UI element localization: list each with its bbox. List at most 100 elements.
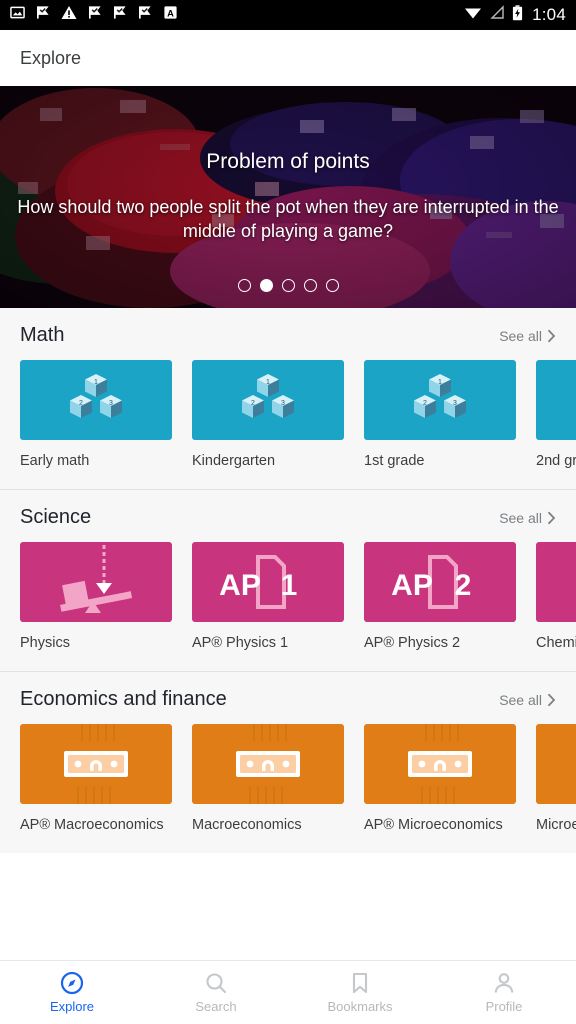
chevron-right-icon	[547, 511, 556, 525]
course-thumbnail	[364, 724, 516, 805]
svg-text:2: 2	[79, 400, 83, 407]
svg-text:1: 1	[281, 569, 298, 602]
tab-label-bookmarks: Bookmarks	[327, 999, 393, 1014]
flag-check-icon	[88, 5, 102, 25]
course-card[interactable]: 1 2 3 2nd grade	[536, 360, 576, 471]
svg-text:1: 1	[438, 379, 442, 386]
course-label: Physics	[20, 635, 70, 652]
course-card[interactable]: 1 2 3 Early math	[20, 360, 172, 471]
hero-banner[interactable]: Problem of points How should two people …	[0, 86, 576, 308]
content-scroll-area[interactable]: Math See all 1 2 3 Early math 1 2 3 Kind…	[0, 308, 576, 854]
search-icon	[206, 973, 227, 994]
section-economics-and-finance: Economics and finance See all AP® Macroe…	[0, 671, 576, 854]
tab-label-explore: Explore	[49, 999, 95, 1014]
tab-label-profile: Profile	[485, 999, 523, 1014]
carousel-dot[interactable]	[281, 279, 295, 292]
bottom-navigation[interactable]: Explore Search Bookmarks Profile	[0, 960, 576, 1024]
course-thumbnail	[192, 724, 344, 805]
flag-check-icon	[36, 5, 50, 25]
ap-2-icon: AP 2	[391, 555, 472, 610]
course-label: AP® Macroeconomics	[20, 817, 164, 834]
course-card[interactable]: 1 2 3 Kindergarten	[192, 360, 344, 471]
chevron-right-icon	[547, 693, 556, 707]
tab-bookmarks[interactable]: Bookmarks	[288, 961, 432, 1024]
see-all-label: See all	[499, 692, 542, 709]
carousel-dots[interactable]	[0, 279, 576, 292]
course-thumbnail: AP 1	[192, 542, 344, 623]
course-card[interactable]: Microeconomics	[536, 724, 576, 835]
carousel-dot[interactable]	[237, 279, 251, 292]
course-label: Kindergarten	[192, 453, 276, 469]
cell-signal-icon	[489, 5, 505, 25]
image-icon	[10, 5, 25, 25]
course-thumbnail: 1 2 3	[364, 360, 516, 440]
course-card[interactable]: AP® Macroeconomics	[20, 724, 172, 835]
course-thumbnail	[20, 724, 172, 805]
svg-text:3: 3	[453, 400, 457, 407]
course-card[interactable]: AP 1 AP® Physics 1	[192, 542, 344, 653]
course-thumbnail	[536, 542, 576, 623]
see-all-link-science[interactable]: See all	[499, 510, 556, 526]
section-title: Economics and finance	[20, 688, 227, 711]
see-all-link-economics[interactable]: See all	[499, 692, 556, 708]
section-math: Math See all 1 2 3 Early math 1 2 3 Kind…	[0, 308, 576, 490]
see-all-label: See all	[499, 328, 542, 344]
warning-icon	[61, 5, 77, 25]
tab-search[interactable]: Search	[144, 961, 288, 1024]
course-card[interactable]: AP® Microeconomics	[364, 724, 516, 835]
svg-text:A: A	[167, 8, 174, 18]
flag-check-icon	[138, 5, 152, 25]
tab-explore[interactable]: Explore	[0, 961, 144, 1024]
page-title: Explore	[20, 47, 82, 68]
letter-a-icon: A	[163, 5, 178, 25]
number-blocks-icon: 1 2 3	[70, 374, 122, 418]
course-card[interactable]: 1 2 3 1st grade	[364, 360, 516, 471]
shopping-cart-icon	[536, 724, 576, 804]
section-title: Science	[20, 506, 92, 529]
svg-text:3: 3	[281, 400, 285, 407]
number-blocks-icon: 1 2 3	[242, 374, 294, 418]
course-thumbnail: 1 2 3	[20, 360, 172, 440]
svg-text:AP: AP	[391, 569, 433, 602]
carousel-dot[interactable]	[303, 279, 317, 292]
course-label: 2nd grade	[536, 453, 576, 469]
carousel-dot[interactable]	[325, 279, 339, 292]
course-thumbnail: AP 2	[364, 542, 516, 623]
svg-text:2: 2	[455, 569, 472, 602]
app-bar: Explore	[0, 30, 576, 86]
ap-1-icon: AP 1	[219, 555, 298, 610]
status-bar-notifications: A	[10, 5, 464, 25]
course-card[interactable]: Physics	[20, 542, 172, 653]
course-thumbnail	[536, 724, 576, 805]
section-title: Math	[20, 324, 65, 346]
course-label: 1st grade	[364, 453, 425, 469]
see-all-link-math[interactable]: See all	[499, 328, 556, 344]
person-icon	[494, 973, 514, 993]
bookmark-icon	[352, 972, 368, 994]
status-bar: A 1:04	[0, 0, 576, 30]
carousel-dot-active[interactable]	[259, 279, 273, 292]
course-label: AP® Physics 2	[364, 635, 461, 652]
clock: 1:04	[532, 5, 566, 24]
course-thumbnail: 1 2 3	[536, 360, 576, 440]
hero-subtitle: How should two people split the pot when…	[17, 197, 559, 241]
card-row-economics[interactable]: AP® Macroeconomics Macroeconomics AP® Mi…	[0, 724, 576, 835]
svg-text:2: 2	[251, 400, 255, 407]
course-label: Chemistry	[536, 635, 576, 652]
svg-text:3: 3	[109, 400, 113, 407]
course-card[interactable]: Chemistry	[536, 542, 576, 653]
tab-label-search: Search	[195, 999, 237, 1014]
tab-profile[interactable]: Profile	[432, 961, 576, 1024]
svg-text:2: 2	[423, 400, 427, 407]
course-label: Early math	[20, 453, 90, 469]
card-row-science[interactable]: Physics AP 1 AP® Physics 1 AP 2 AP® Phys…	[0, 542, 576, 653]
course-card[interactable]: AP 2 AP® Physics 2	[364, 542, 516, 653]
banknote-icon	[236, 724, 300, 805]
wifi-icon	[464, 5, 482, 25]
card-row-math[interactable]: 1 2 3 Early math 1 2 3 Kindergarten 1 2 …	[0, 360, 576, 471]
course-card[interactable]: Macroeconomics	[192, 724, 344, 835]
section-science: Science See all Physics AP 1 AP® Physics…	[0, 489, 576, 672]
course-thumbnail: 1 2 3	[192, 360, 344, 440]
banknote-icon	[408, 724, 472, 805]
course-label: AP® Microeconomics	[364, 817, 503, 834]
